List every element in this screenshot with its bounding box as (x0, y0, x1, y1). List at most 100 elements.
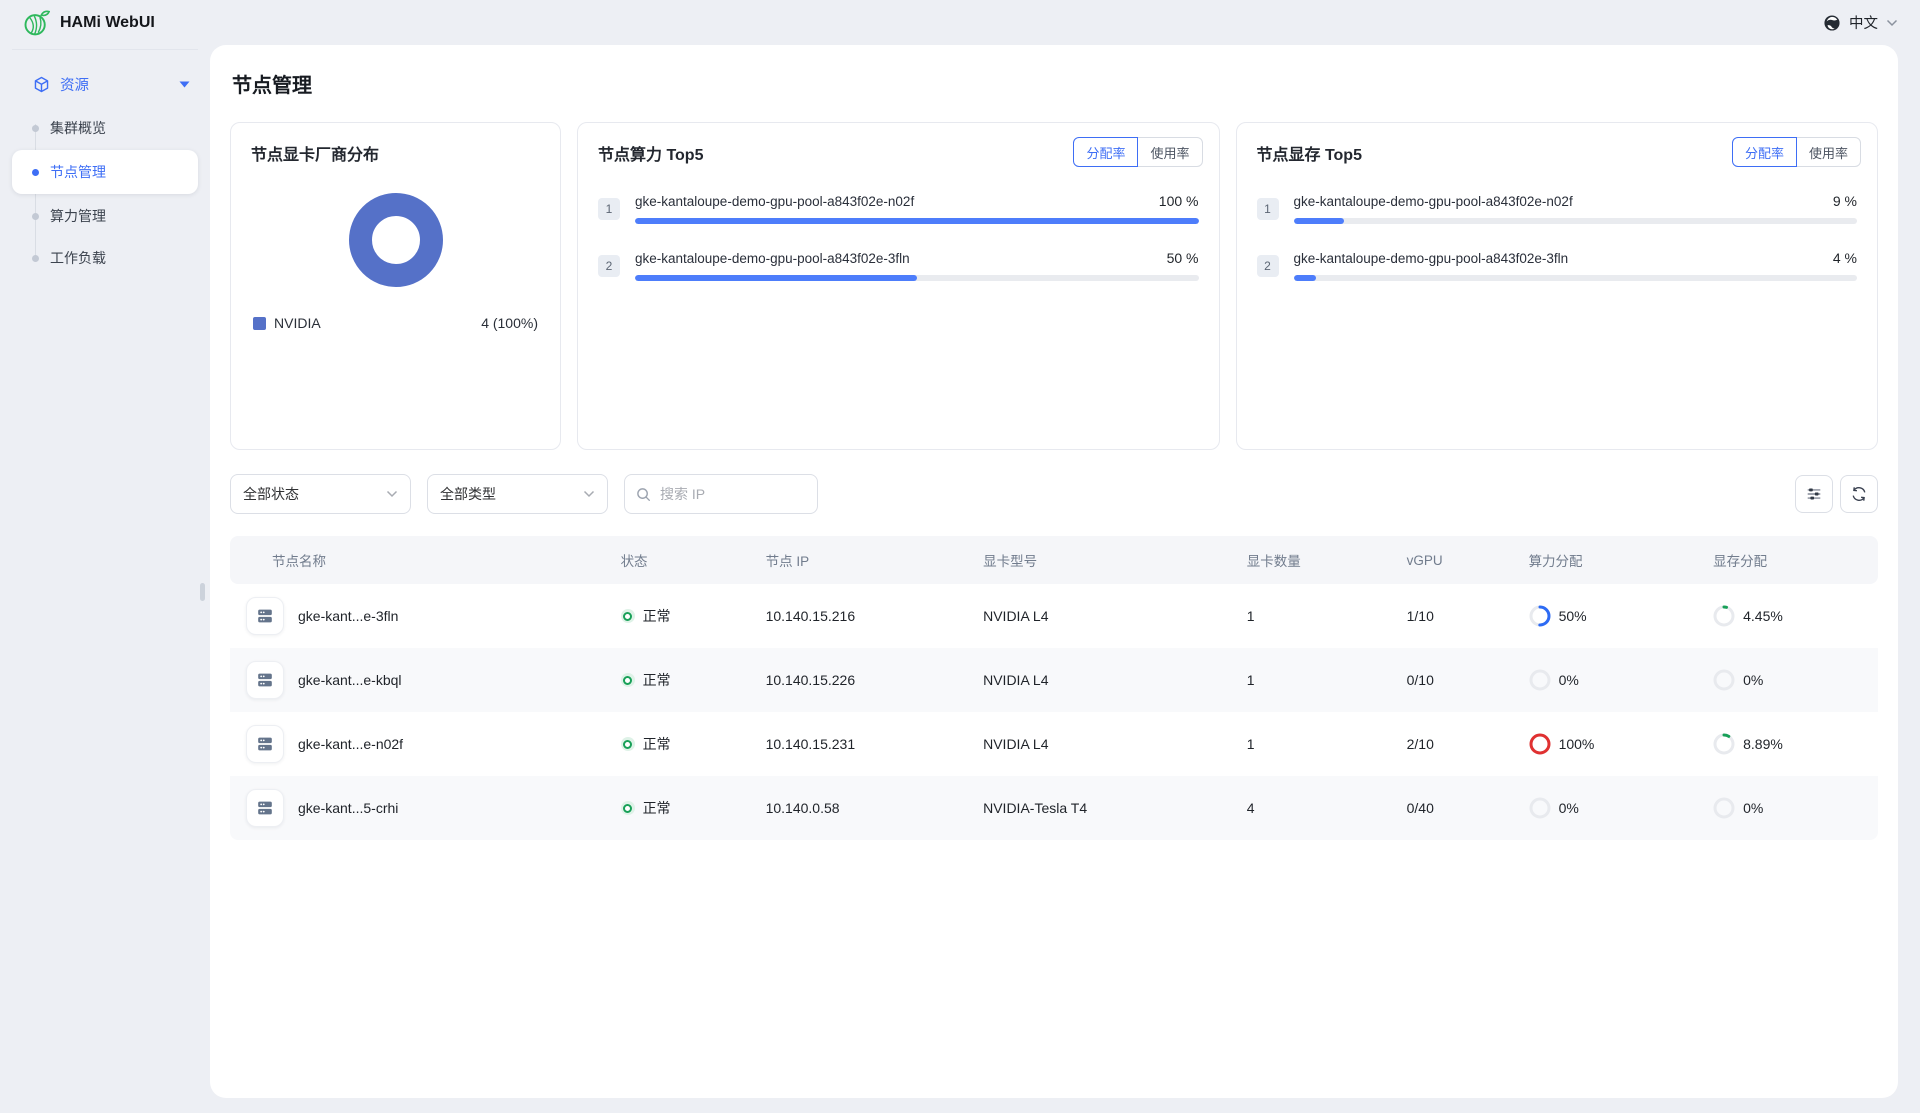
vgpu-ratio: 0/40 (1407, 800, 1529, 816)
status-select-value: 全部状态 (243, 484, 299, 504)
compute-ring-icon (1529, 669, 1551, 691)
status-ok-icon (621, 609, 635, 623)
node-name: gke-kant...e-3fln (298, 608, 398, 624)
memory-top5-list: 1 gke-kantaloupe-demo-gpu-pool-a843f02e-… (1257, 193, 1858, 281)
node-value: 50 % (1167, 250, 1199, 266)
search-box (624, 474, 818, 514)
vendor-legend: NVIDIA 4 (100%) (251, 315, 540, 331)
rank-badge: 2 (598, 255, 620, 277)
sidebar-menu: 集群概览 节点管理 算力管理 工作负载 (0, 108, 210, 278)
table-tools (1795, 475, 1878, 513)
status-label: 正常 (643, 606, 671, 626)
column-settings-button[interactable] (1795, 475, 1833, 513)
gpu-count: 1 (1247, 736, 1407, 752)
type-select-value: 全部类型 (440, 484, 496, 504)
memory-alloc-value: 4.45% (1743, 608, 1783, 624)
progress-fill (1294, 275, 1317, 281)
search-ip-input[interactable] (658, 485, 806, 503)
toggle-usage-rate[interactable]: 使用率 (1796, 137, 1861, 167)
memory-alloc-value: 8.89% (1743, 736, 1783, 752)
panel-resize-handle[interactable] (200, 583, 205, 601)
progress-fill (635, 275, 917, 281)
server-icon (246, 725, 284, 763)
toggle-allocation-rate[interactable]: 分配率 (1073, 137, 1138, 167)
search-icon (636, 487, 651, 502)
status-ok-icon (621, 737, 635, 751)
sidebar-item-default[interactable]: 工作负载 (12, 238, 198, 278)
caret-down-icon[interactable] (179, 81, 190, 88)
timeline-dot-icon (32, 169, 39, 176)
timeline-dot-icon (32, 255, 39, 262)
status-label: 正常 (643, 798, 671, 818)
node-name-cell: gke-kant...e-kbql (230, 661, 621, 699)
top5-main: gke-kantaloupe-demo-gpu-pool-a843f02e-3f… (635, 250, 1199, 281)
status-ok-icon (621, 673, 635, 687)
compute-alloc-cell: 0% (1529, 797, 1714, 819)
col-status: 状态 (621, 550, 766, 570)
table-header: 节点名称 状态 节点 IP 显卡型号 显卡数量 vGPU 算力分配 显存分配 (230, 536, 1878, 584)
toggle-usage-rate[interactable]: 使用率 (1137, 137, 1202, 167)
node-name-cell: gke-kant...5-crhi (230, 789, 621, 827)
sidebar-item-active[interactable]: 节点管理 (12, 150, 198, 194)
nodes-table: 节点名称 状态 节点 IP 显卡型号 显卡数量 vGPU 算力分配 显存分配 g… (230, 536, 1878, 840)
node-name-cell: gke-kant...e-n02f (230, 725, 621, 763)
top5-main: gke-kantaloupe-demo-gpu-pool-a843f02e-3f… (1294, 250, 1858, 281)
sidebar-item-label: 算力管理 (50, 206, 106, 226)
gpu-model: NVIDIA-Tesla T4 (983, 800, 1247, 816)
table-body: gke-kant...e-3fln 正常 10.140.15.216 NVIDI… (230, 584, 1878, 840)
table-row[interactable]: gke-kant...e-n02f 正常 10.140.15.231 NVIDI… (230, 712, 1878, 776)
table-row[interactable]: gke-kant...e-kbql 正常 10.140.15.226 NVIDI… (230, 648, 1878, 712)
toggle-allocation-rate[interactable]: 分配率 (1732, 137, 1797, 167)
legend-swatch (253, 317, 266, 330)
node-ip: 10.140.15.231 (766, 736, 984, 752)
compute-alloc-cell: 50% (1529, 605, 1714, 627)
sidebar-item-label: 工作负载 (50, 248, 106, 268)
node-name: gke-kantaloupe-demo-gpu-pool-a843f02e-n0… (1294, 194, 1573, 209)
refresh-button[interactable] (1840, 475, 1878, 513)
page-title: 节点管理 (232, 69, 1878, 98)
language-switcher[interactable]: 中文 (1823, 12, 1898, 33)
node-value: 100 % (1159, 193, 1199, 209)
gpu-count: 1 (1247, 608, 1407, 624)
node-ip: 10.140.15.226 (766, 672, 984, 688)
memory-alloc-value: 0% (1743, 672, 1763, 688)
server-icon (246, 661, 284, 699)
col-gpu-model: 显卡型号 (983, 550, 1247, 570)
chevron-down-icon (386, 490, 398, 498)
compute-alloc-value: 100% (1559, 736, 1595, 752)
gpu-model: NVIDIA L4 (983, 736, 1247, 752)
col-compute-alloc: 算力分配 (1529, 550, 1714, 570)
compute-alloc-cell: 100% (1529, 733, 1714, 755)
status-cell: 正常 (621, 798, 766, 818)
chevron-down-icon (1886, 19, 1898, 27)
compute-alloc-value: 0% (1559, 672, 1579, 688)
vgpu-ratio: 0/10 (1407, 672, 1529, 688)
refresh-icon (1850, 485, 1868, 503)
status-select[interactable]: 全部状态 (230, 474, 411, 514)
memory-alloc-cell: 4.45% (1713, 605, 1878, 627)
table-row[interactable]: gke-kant...5-crhi 正常 10.140.0.58 NVIDIA-… (230, 776, 1878, 840)
compute-ring-icon (1529, 797, 1551, 819)
status-label: 正常 (643, 734, 671, 754)
compute-alloc-cell: 0% (1529, 669, 1714, 691)
sidebar-item-default[interactable]: 集群概览 (12, 108, 198, 148)
memory-ring-icon (1713, 605, 1735, 627)
node-ip: 10.140.15.216 (766, 608, 984, 624)
sidebar-item-label: 集群概览 (50, 118, 106, 138)
node-name-cell: gke-kant...e-3fln (230, 597, 621, 635)
compute-top5-list: 1 gke-kantaloupe-demo-gpu-pool-a843f02e-… (598, 193, 1199, 281)
gpu-count: 1 (1247, 672, 1407, 688)
topbar: HAMi WebUI 中文 (0, 0, 1920, 45)
summary-cards: 节点显卡厂商分布 NVIDIA 4 (100%) 节点算力 Top5 分配率 使… (230, 122, 1878, 450)
progress-track (635, 218, 1199, 224)
sidebar-item-default[interactable]: 算力管理 (12, 196, 198, 236)
type-select[interactable]: 全部类型 (427, 474, 608, 514)
app-title: HAMi WebUI (60, 14, 155, 32)
table-row[interactable]: gke-kant...e-3fln 正常 10.140.15.216 NVIDI… (230, 584, 1878, 648)
sidebar-group-resources[interactable]: 资源 (0, 64, 210, 104)
language-label: 中文 (1849, 12, 1878, 33)
top5-row: 2 gke-kantaloupe-demo-gpu-pool-a843f02e-… (1257, 250, 1858, 281)
server-icon (246, 597, 284, 635)
sidebar-group-label: 资源 (60, 74, 89, 95)
progress-fill (1294, 218, 1345, 224)
